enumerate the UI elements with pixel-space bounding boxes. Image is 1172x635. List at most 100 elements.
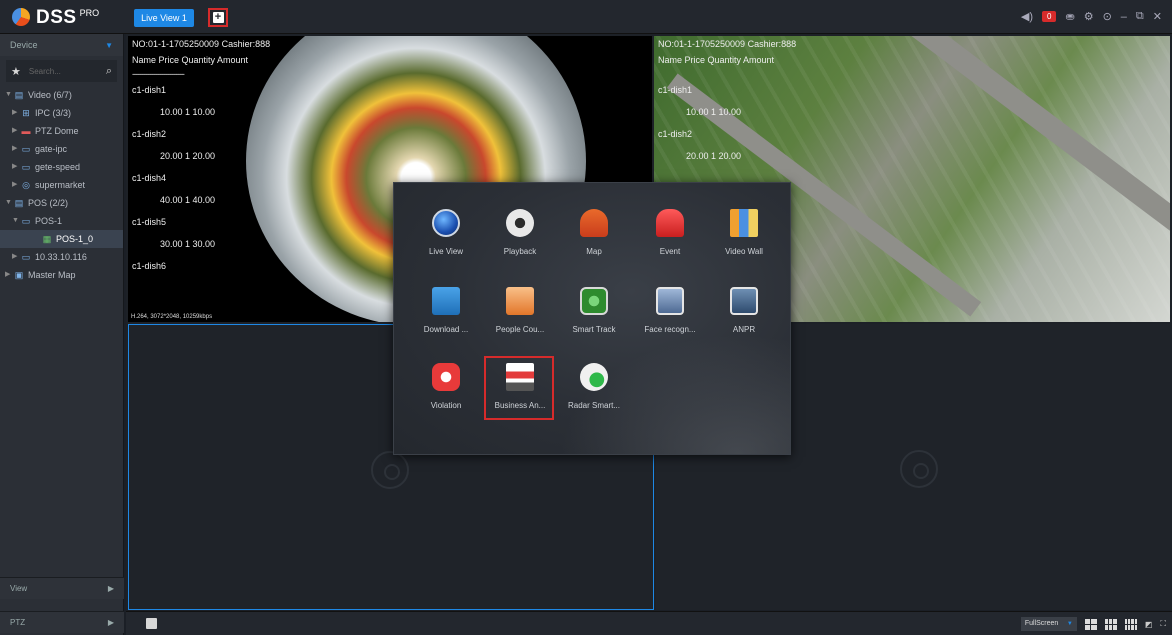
add-tab-button[interactable]: + (208, 8, 228, 27)
expand-toggle-icon[interactable]: ▶ (12, 140, 20, 158)
minimize-icon[interactable]: – (1121, 11, 1127, 23)
expand-toggle-icon[interactable]: ▼ (5, 86, 13, 104)
stream-info: H.264, 3072*2048, 10259kbps (131, 314, 213, 320)
custom-layout-icon[interactable]: ◩ (1145, 620, 1153, 629)
expand-toggle-icon[interactable]: ▼ (12, 212, 20, 230)
tab-live-view-1[interactable]: Live View 1 (134, 9, 194, 27)
tree-item[interactable]: ▶ ◎ supermarket (0, 176, 123, 194)
pos-header: NO:01-1-1705250009 Cashier:888 (658, 39, 797, 49)
restore-icon[interactable]: ⧉ (1136, 10, 1144, 23)
app-smart-track[interactable]: Smart Track (562, 287, 626, 357)
map-pin-icon (580, 209, 608, 237)
tree-item[interactable]: ▼ ▤ POS (2/2) (0, 194, 123, 212)
pos-overlay: NO:01-1-1705250009 Cashier:888 Name Pric… (658, 40, 796, 174)
tree-item[interactable]: ▶ ▭ gate-ipc (0, 140, 123, 158)
tree-item[interactable]: ▶ ▭ 10.33.10.116 (0, 248, 123, 266)
app-map-pin[interactable]: Map (562, 209, 626, 279)
app-live-view[interactable]: Live View (414, 209, 478, 279)
pos-item-amount: 10.00 1 10.00 (686, 107, 742, 117)
layout-4x4-icon[interactable] (1124, 618, 1137, 630)
app-anpr[interactable]: ANPR (712, 287, 776, 357)
tree-item[interactable]: ▶ ▭ gete-speed (0, 158, 123, 176)
app-face-recognition[interactable]: Face recogn... (638, 287, 702, 357)
radar-smart-icon (580, 363, 608, 391)
search-input[interactable]: Search... (29, 67, 106, 76)
lock-icon[interactable]: ⊙ (1103, 10, 1112, 23)
pos-columns: Name Price Quantity Amount (658, 55, 775, 65)
tree-item[interactable]: ▶ ▬ PTZ Dome (0, 122, 123, 140)
view-label: View (10, 584, 28, 593)
tree-item-label: gete-speed (35, 162, 81, 172)
expand-toggle-icon[interactable]: ▶ (12, 176, 20, 194)
gear-icon[interactable]: ⚙ (1084, 10, 1094, 23)
expand-toggle-icon[interactable]: ▼ (5, 194, 13, 212)
close-icon[interactable]: ✕ (1153, 10, 1162, 23)
pos-item-amount: 20.00 1 20.00 (686, 151, 742, 161)
tree-item[interactable]: ▼ ▭ POS-1 (0, 212, 123, 230)
tree-item-label: 10.33.10.116 (35, 252, 87, 262)
tree-item[interactable]: ▶ ▣ Master Map (0, 266, 123, 284)
pos-item-name: c1-dish5 (132, 217, 167, 227)
app-event-alarm[interactable]: Event (638, 209, 702, 279)
pos-overlay: NO:01-1-1705250009 Cashier:888 Name Pric… (132, 40, 270, 284)
speaker-icon[interactable]: ◀) (1021, 10, 1033, 23)
video-wall-icon (730, 209, 758, 237)
expand-toggle-icon[interactable]: ▶ (12, 248, 20, 266)
fullscreen-icon[interactable]: ⛶ (1160, 619, 1166, 629)
app-label: Smart Track (572, 325, 616, 334)
app-people-counting[interactable]: People Cou... (488, 287, 552, 357)
pos-item-amount: 40.00 1 40.00 (160, 195, 216, 205)
app-label: Download ... (423, 325, 469, 334)
film-reel-icon (371, 451, 409, 489)
chevron-down-icon: ▼ (105, 40, 113, 50)
expand-toggle-icon[interactable]: ▶ (12, 104, 20, 122)
pos-group-icon: ▤ (14, 198, 24, 208)
pos-columns: Name Price Quantity Amount (132, 55, 249, 65)
user-icon[interactable]: ⛂ (1065, 10, 1074, 23)
plus-icon: + (212, 12, 224, 23)
app-label: Violation (430, 401, 462, 410)
search-icon[interactable]: ⌕ (106, 65, 112, 78)
live-view-icon (432, 209, 460, 237)
expand-toggle-icon[interactable]: ▶ (12, 122, 20, 140)
ptz-panel-toggle[interactable]: PTZ ▶ (0, 611, 124, 633)
layout-2x2-icon[interactable] (1084, 618, 1097, 630)
favorite-star-icon[interactable]: ★ (11, 65, 21, 78)
pos-channel-icon: ▦ (42, 234, 52, 244)
tree-item[interactable]: ▦ POS-1_0 (0, 230, 123, 248)
app-label: Radar Smart... (567, 401, 620, 410)
tree-item-label: gate-ipc (35, 144, 68, 154)
tree-item-label: POS-1_0 (56, 234, 94, 244)
app-violation[interactable]: Violation (414, 363, 478, 433)
layout-3x3-icon[interactable] (1104, 618, 1117, 630)
app-label: People Cou... (495, 325, 545, 334)
dss-logo-icon (12, 8, 30, 26)
fullscreen-select[interactable]: FullScreen (1020, 617, 1077, 631)
expand-toggle-icon[interactable]: ▶ (5, 266, 13, 284)
app-label: Live View (428, 247, 464, 256)
tree-item-label: POS-1 (35, 216, 63, 226)
face-recognition-icon (656, 287, 684, 315)
pos-lines: c1-dish1 10.00 1 10.00 c1-dish2 20.00 1 20.… (658, 86, 796, 174)
tree-item[interactable]: ▶ ⊞ IPC (3/3) (0, 104, 123, 122)
camera-icon: ▭ (21, 162, 31, 172)
app-download[interactable]: Download ... (414, 287, 478, 357)
tree-item-label: POS (2/2) (28, 198, 69, 208)
app-radar-smart[interactable]: Radar Smart... (562, 363, 626, 433)
tree-item[interactable]: ▼ ▤ Video (6/7) (0, 86, 123, 104)
view-panel-toggle[interactable]: View ▶ (0, 577, 124, 599)
pos-lines: c1-dish1 10.00 1 10.00 c1-dish2 20.00 1 20.… (132, 86, 270, 284)
layout-controls: FullScreen ◩ ⛶ (1020, 617, 1166, 631)
save-icon[interactable] (146, 618, 157, 629)
tree-item-label: Video (6/7) (28, 90, 72, 100)
app-playback[interactable]: Playback (488, 209, 552, 279)
anpr-icon (730, 287, 758, 315)
chevron-right-icon: ▶ (107, 584, 114, 593)
top-right-tools: ◀) 0 ⛂ ⚙ ⊙ – ⧉ ✕ (1021, 10, 1162, 23)
device-dropdown[interactable]: Device ▼ (0, 34, 123, 56)
app-video-wall[interactable]: Video Wall (712, 209, 776, 279)
top-bar: DSS PRO Live View 1 + ◀) 0 ⛂ ⚙ ⊙ – ⧉ ✕ (0, 0, 1172, 34)
alarm-count-badge[interactable]: 0 (1042, 11, 1057, 22)
expand-toggle-icon[interactable]: ▶ (12, 158, 20, 176)
pos-item-amount: 10.00 1 10.00 (160, 107, 216, 117)
